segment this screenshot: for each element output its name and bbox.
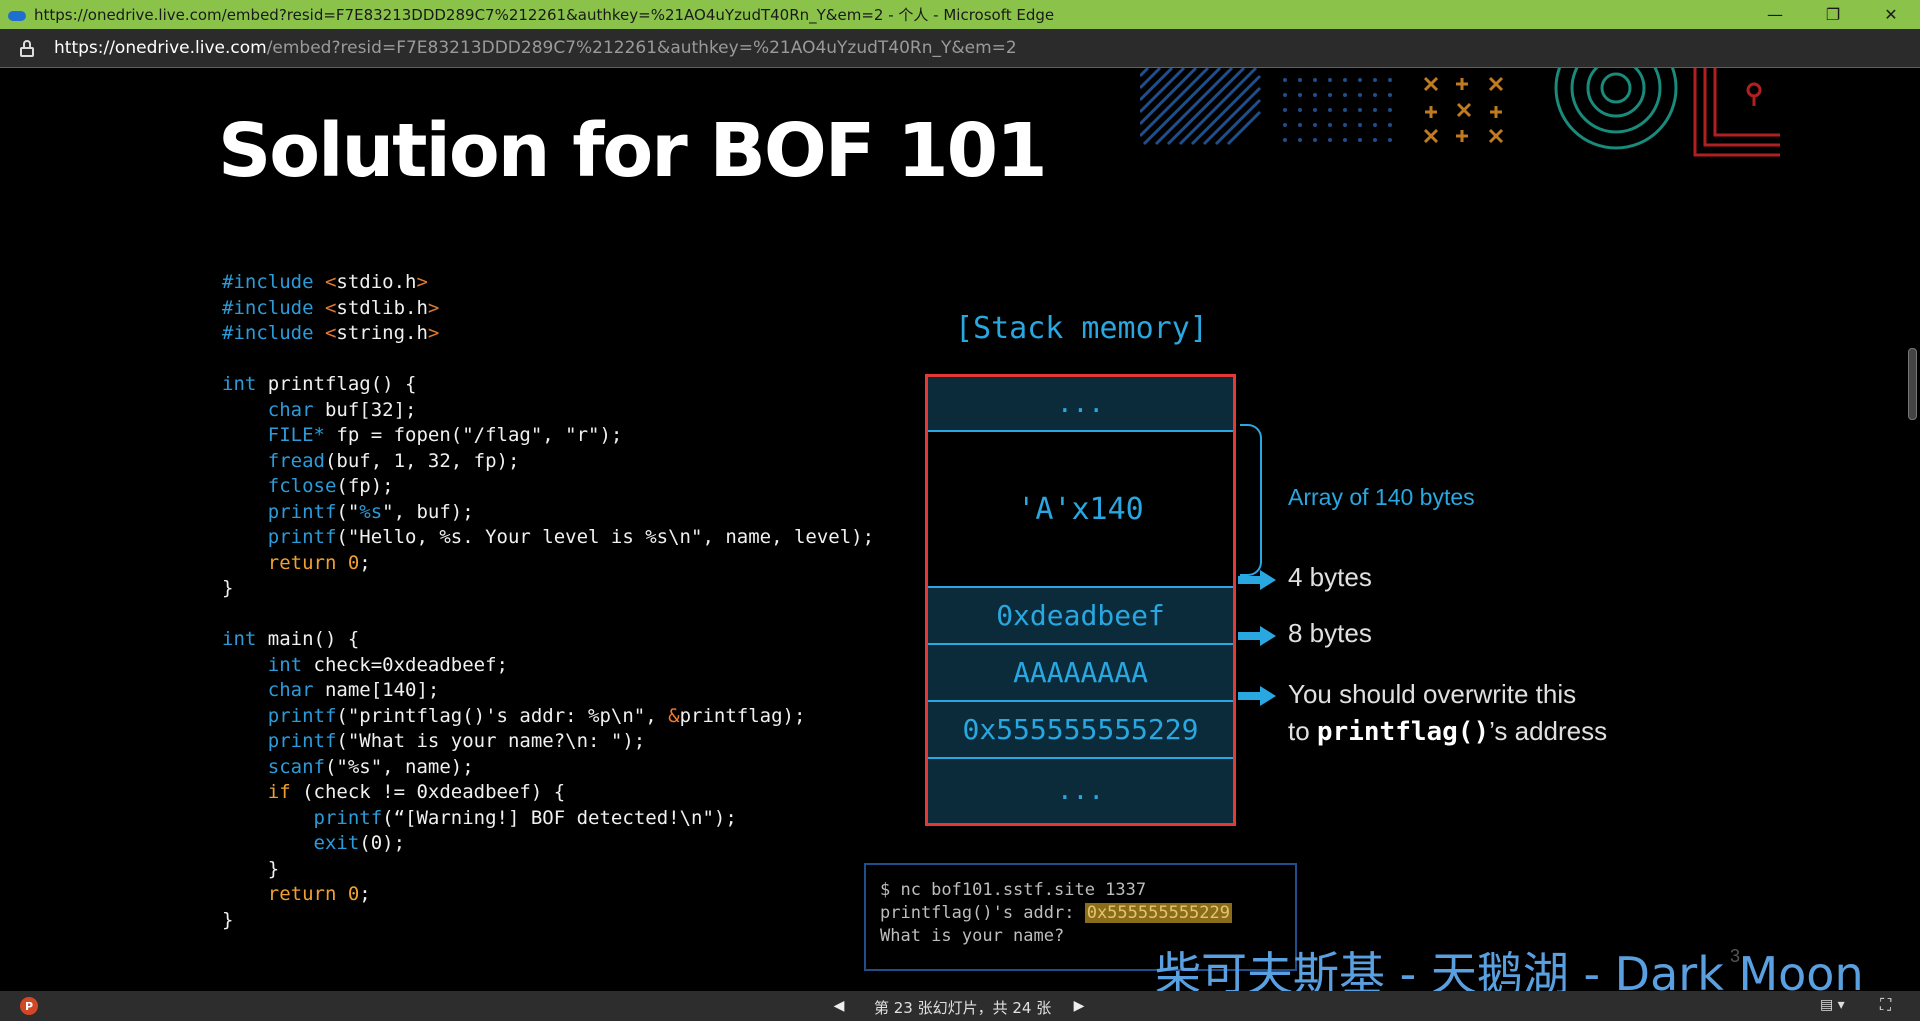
code-line: scanf("%s", name); — [222, 755, 474, 778]
address-bar: https://onedrive.live.com/embed?resid=F7… — [0, 29, 1920, 67]
arrow-right-icon — [1238, 570, 1276, 590]
code-line: int check=0xdeadbeef; — [222, 653, 508, 676]
powerpoint-icon[interactable]: P — [20, 997, 38, 1015]
code-line: if (check != 0xdeadbeef) { — [222, 781, 566, 803]
brace-label: Array of 140 bytes — [1288, 484, 1475, 510]
video-subtitle: 柴可夫斯基 - 天鹅湖 - Dark Moon — [1155, 947, 1864, 991]
code-line: FILE* fp = fopen("/flag", "r"); — [222, 424, 623, 446]
slide-title: Solution for BOF 101 — [218, 108, 1048, 194]
scrollbar-handle[interactable] — [1908, 348, 1917, 420]
stack-memory-diagram: ... 'A'x140 0xdeadbeef AAAAAAAA 0x555555… — [925, 374, 1236, 826]
lock-icon[interactable] — [20, 40, 34, 57]
code-line: printf("printflag()'s addr: %p\n", &prin… — [222, 704, 806, 727]
overwrite-hint-line2: to printflag()’s address — [1288, 716, 1608, 747]
stack-memory-title: [Stack memory] — [955, 311, 1208, 346]
stack-cell-buffer: 'A'x140 — [928, 432, 1233, 588]
terminal-line: printflag()'s addr: 0x555555555229 — [880, 903, 1232, 923]
slide-counter: 第 23 张幻灯片，共 24 张 — [874, 999, 1052, 1017]
rbp-size-label: 8 bytes — [1288, 618, 1372, 648]
close-button[interactable]: ✕ — [1862, 0, 1920, 29]
code-line: #include <string.h> — [222, 322, 440, 344]
fullscreen-icon[interactable]: ⛶ — [1880, 995, 1891, 1015]
onedrive-cloud-icon — [8, 9, 26, 21]
code-line: #include <stdlib.h> — [222, 296, 440, 319]
code-line: return 0; — [222, 883, 371, 905]
view-mode-button[interactable]: ▤ ▾ — [1820, 997, 1845, 1013]
next-slide-button[interactable]: ▶ — [1072, 996, 1086, 1016]
code-line: char name[140]; — [222, 679, 440, 701]
stack-cell-saved-rbp: AAAAAAAA — [928, 645, 1233, 702]
stack-cell-return-address: 0x555555555229 — [928, 702, 1233, 759]
restore-button[interactable]: ❐ — [1804, 0, 1862, 29]
check-size-label: 4 bytes — [1288, 562, 1372, 592]
viewer-status-bar: P ◀ 第 23 张幻灯片，共 24 张 ▶ ▤ ▾ ⛶ — [0, 991, 1920, 1021]
code-line: int main() { — [222, 628, 360, 650]
source-code-block: #include <stdio.h> #include <stdlib.h> #in… — [222, 270, 874, 933]
stack-cell-bottom: ... — [1057, 776, 1104, 806]
url-text[interactable]: https://onedrive.live.com/embed?resid=F7… — [54, 38, 1017, 58]
code-line: fclose(fp); — [222, 475, 394, 497]
code-line: } — [222, 908, 234, 931]
stack-cell-check: 0xdeadbeef — [928, 588, 1233, 645]
code-line: char buf[32]; — [222, 398, 417, 421]
arrow-right-icon — [1238, 626, 1276, 646]
previous-slide-button[interactable]: ◀ — [832, 996, 846, 1016]
code-line: int printflag() { — [222, 373, 417, 395]
code-line: printf(“[Warning!] BOF detected!\n"); — [222, 806, 737, 829]
code-line: exit(0); — [222, 832, 406, 854]
decorative-pattern — [1140, 68, 1780, 157]
code-line: return 0; — [222, 551, 371, 574]
code-line: printf("Hello, %s. Your level is %s\n", … — [222, 526, 875, 548]
window-titlebar: https://onedrive.live.com/embed?resid=F7… — [0, 0, 1920, 29]
leaked-address: 0x555555555229 — [1084, 903, 1232, 923]
slide-viewport: Solution for BOF 101 #include <stdio.h> … — [0, 67, 1920, 991]
stack-cell-top: ... — [928, 377, 1233, 432]
window-controls: — ❐ ✕ — [1746, 0, 1920, 29]
window-title: https://onedrive.live.com/embed?resid=F7… — [34, 6, 1055, 24]
code-line: printf("What is your name?\n: "); — [222, 730, 646, 752]
code-line: } — [222, 857, 280, 880]
minimize-button[interactable]: — — [1746, 0, 1804, 29]
code-line: printf("%s", buf); — [222, 500, 474, 523]
terminal-line: $ nc bof101.sstf.site 1337 — [880, 880, 1147, 900]
buffer-brace — [1240, 424, 1262, 576]
code-line: } — [222, 577, 234, 599]
code-line: fread(buf, 1, 32, fp); — [222, 449, 520, 472]
overwrite-hint-line1: You should overwrite this — [1288, 679, 1577, 709]
code-line: #include <stdio.h> — [222, 271, 428, 293]
arrow-right-icon — [1238, 686, 1276, 706]
